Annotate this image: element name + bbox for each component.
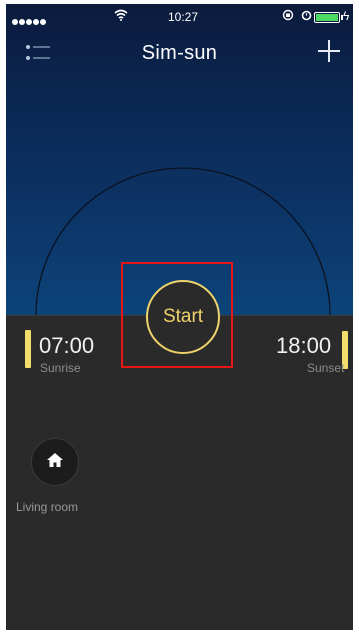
- sunset-time[interactable]: 18:00: [276, 333, 331, 359]
- app-screen: 10:27 ϟ Sim-sun 07:00 Sunrise 18:00 Suns…: [6, 4, 353, 630]
- room-button-living-room[interactable]: [31, 438, 79, 486]
- sunrise-label: Sunrise: [40, 361, 81, 375]
- home-icon: [46, 452, 64, 473]
- sunrise-time[interactable]: 07:00: [39, 333, 94, 359]
- sunset-label: Sunset: [307, 361, 345, 375]
- sun-path-arc: [35, 167, 331, 316]
- start-button[interactable]: Start: [146, 280, 220, 354]
- room-label: Living room: [16, 500, 79, 514]
- sunrise-marker: [25, 330, 31, 368]
